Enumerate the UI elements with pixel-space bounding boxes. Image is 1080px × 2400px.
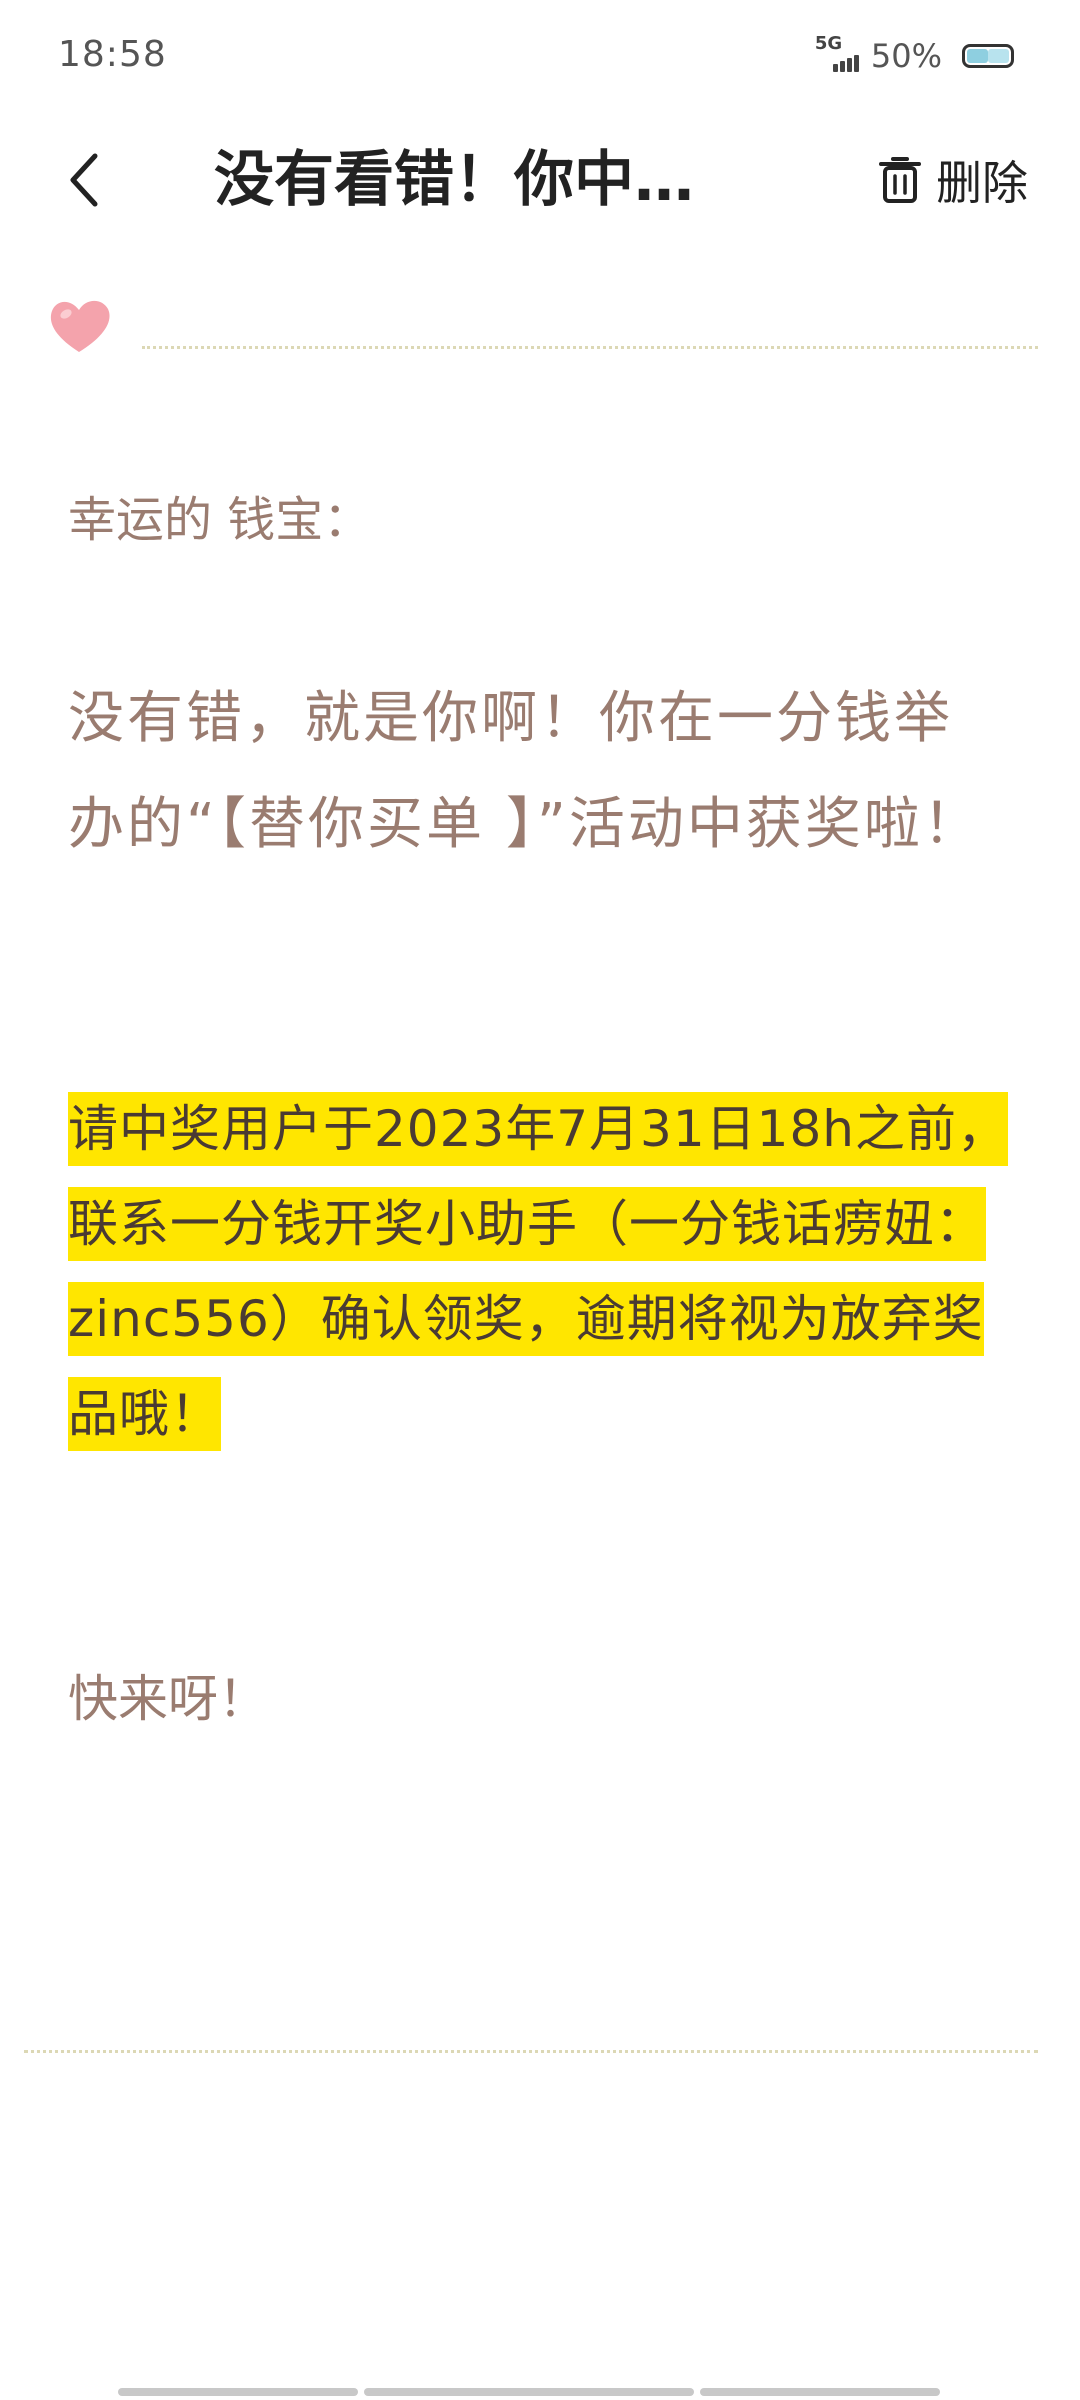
- nav-gesture-bar-left[interactable]: [118, 2388, 358, 2396]
- closing-text: 快来呀！: [68, 1670, 268, 1728]
- page-title: 没有看错！你中…: [214, 145, 694, 215]
- back-button[interactable]: [54, 142, 114, 218]
- bottom-divider: [24, 2050, 1038, 2053]
- status-bar: 18:58 5G 50%: [0, 0, 1080, 120]
- status-indicators: 5G 50%: [814, 33, 1014, 76]
- delete-button[interactable]: 删除: [878, 150, 1028, 210]
- nav-gesture-bar-right[interactable]: [700, 2388, 940, 2396]
- heart-icon: [50, 300, 110, 352]
- header-bar: 没有看错！你中… 删除: [0, 120, 1080, 240]
- network-type: 5G: [814, 33, 843, 54]
- battery-percent: 50%: [870, 37, 942, 75]
- delete-label: 删除: [936, 156, 1028, 210]
- trash-icon: [879, 157, 921, 203]
- signal-icon: 5G: [814, 33, 859, 76]
- greeting-text: 幸运的 钱宝：: [68, 492, 372, 548]
- highlight-paragraph-text: 请中奖用户于2023年7月31日18h之前，联系一分钱开奖小助手（一分钱话痨妞：…: [68, 1092, 1008, 1451]
- highlight-paragraph: 请中奖用户于2023年7月31日18h之前，联系一分钱开奖小助手（一分钱话痨妞：…: [68, 1082, 1008, 1462]
- main-paragraph: 没有错，就是你啊！你在一分钱举办的“【替你买单 】”活动中获奖啦！: [68, 686, 982, 857]
- battery-icon: [962, 44, 1014, 68]
- chevron-left-icon: [70, 153, 98, 207]
- top-divider: [142, 346, 1038, 349]
- nav-gesture-bar-center[interactable]: [364, 2388, 694, 2396]
- status-time: 18:58: [58, 34, 167, 75]
